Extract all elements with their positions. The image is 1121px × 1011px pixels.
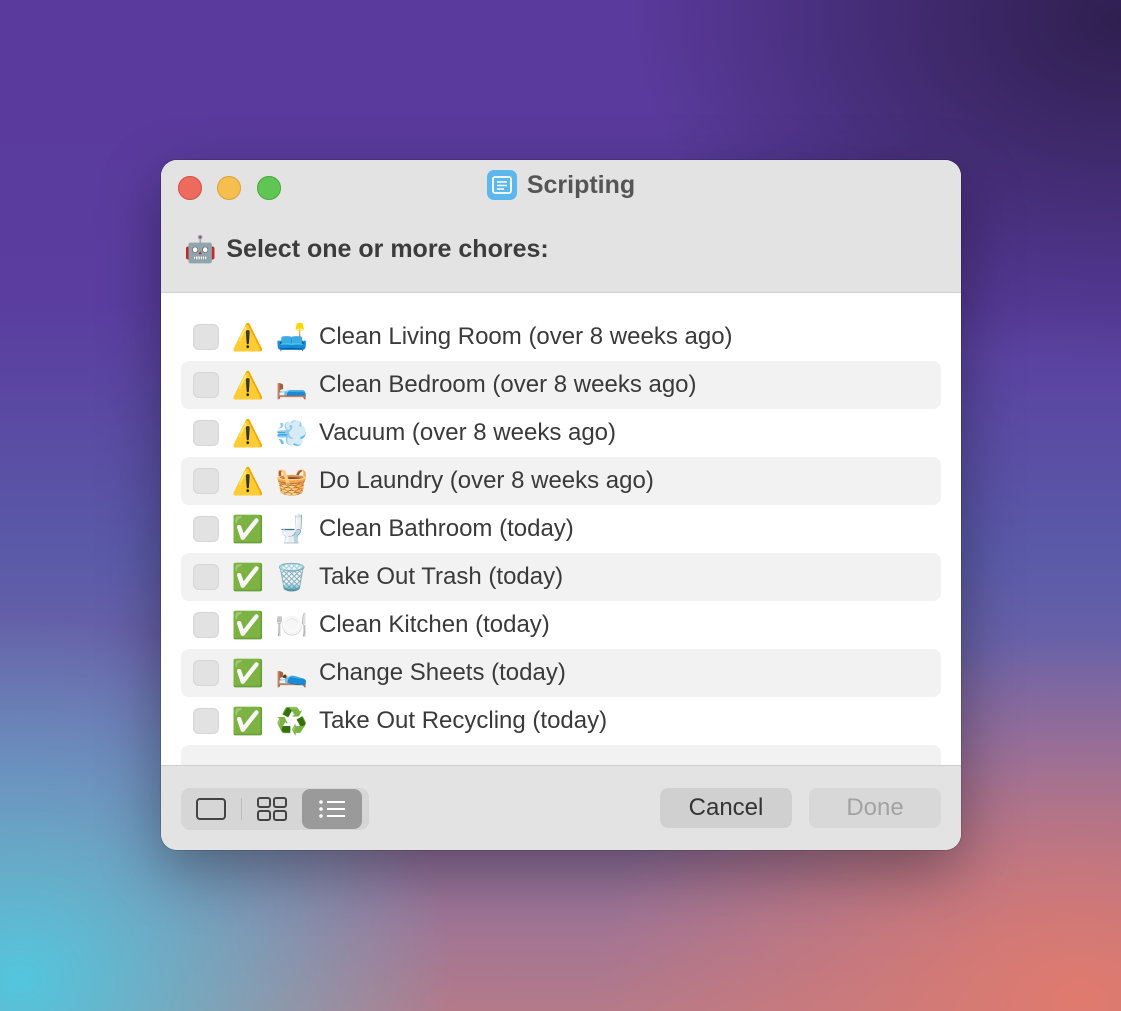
list-document-icon <box>486 170 517 200</box>
list-item[interactable]: ⚠️ 🧺 Do Laundry (over 8 weeks ago) <box>181 457 941 505</box>
robot-icon: 🤖 <box>184 234 217 264</box>
footer-bar: Cancel Done <box>161 765 961 850</box>
title-bar: Scripting 🤖 Select one or more chores: <box>161 160 961 293</box>
chore-checkbox[interactable] <box>193 324 219 350</box>
chore-checkbox[interactable] <box>193 372 219 398</box>
status-icon: ⚠️ <box>231 369 265 400</box>
chore-icon: 🚽 <box>275 513 309 544</box>
single-view-icon[interactable] <box>181 789 241 829</box>
chore-label: Vacuum (over 8 weeks ago) <box>319 419 617 446</box>
status-icon: ✅ <box>231 561 265 592</box>
chore-icon: ♻️ <box>275 705 309 736</box>
status-icon: ⚠️ <box>231 321 265 352</box>
status-icon: ⚠️ <box>231 417 265 448</box>
list-item[interactable]: ✅ ♻️ Take Out Recycling (today) <box>181 697 941 745</box>
list-item[interactable]: ⚠️ 💨 Vacuum (over 8 weeks ago) <box>181 409 941 457</box>
chore-label: Change Sheets (today) <box>319 659 566 686</box>
grid-view-icon[interactable] <box>242 789 302 829</box>
status-icon: ✅ <box>231 705 265 736</box>
status-icon: ⚠️ <box>231 465 265 496</box>
chore-icon: 🗑️ <box>275 561 309 592</box>
list-item[interactable]: ✅ 🛌 Change Sheets (today) <box>181 649 941 697</box>
list-item-partial[interactable] <box>181 745 941 765</box>
list-view-icon[interactable] <box>302 789 362 829</box>
chore-icon: 🛏️ <box>275 369 309 400</box>
chore-checkbox[interactable] <box>193 564 219 590</box>
chore-checkbox[interactable] <box>193 516 219 542</box>
cancel-button[interactable]: Cancel <box>660 788 792 828</box>
list-item[interactable]: ✅ 🚽 Clean Bathroom (today) <box>181 505 941 553</box>
chore-label: Do Laundry (over 8 weeks ago) <box>319 467 654 494</box>
status-icon: ✅ <box>231 513 265 544</box>
chore-checkbox[interactable] <box>193 468 219 494</box>
chore-icon: 🧺 <box>275 465 309 496</box>
chore-icon: 🛋️ <box>275 321 309 352</box>
chore-checkbox[interactable] <box>193 612 219 638</box>
status-icon: ✅ <box>231 657 265 688</box>
window-title: Scripting <box>161 170 961 200</box>
chore-checkbox[interactable] <box>193 708 219 734</box>
list-item[interactable]: ✅ 🗑️ Take Out Trash (today) <box>181 553 941 601</box>
done-button[interactable]: Done <box>809 788 941 828</box>
chore-icon: 💨 <box>275 417 309 448</box>
chore-label: Clean Kitchen (today) <box>319 611 550 638</box>
chore-checkbox[interactable] <box>193 660 219 686</box>
list-item[interactable]: ⚠️ 🛋️ Clean Living Room (over 8 weeks ago) <box>181 313 941 361</box>
list-item[interactable]: ✅ 🍽️ Clean Kitchen (today) <box>181 601 941 649</box>
chore-checkbox[interactable] <box>193 420 219 446</box>
chore-icon: 🛌 <box>275 657 309 688</box>
chore-icon: 🍽️ <box>275 609 309 640</box>
view-mode-segmented-control <box>181 788 369 830</box>
prompt-heading: 🤖 Select one or more chores: <box>184 234 549 265</box>
prompt-text: Select one or more chores: <box>226 235 549 263</box>
chore-label: Clean Bedroom (over 8 weeks ago) <box>319 371 697 398</box>
status-icon: ✅ <box>231 609 265 640</box>
chore-label: Clean Bathroom (today) <box>319 515 574 542</box>
chore-list[interactable]: ⚠️ 🛋️ Clean Living Room (over 8 weeks ago)… <box>161 293 961 765</box>
window-title-text: Scripting <box>526 170 636 199</box>
list-item[interactable]: ⚠️ 🛏️ Clean Bedroom (over 8 weeks ago) <box>181 361 941 409</box>
dialog-window: Scripting 🤖 Select one or more chores: ⚠… <box>161 160 961 850</box>
chore-label: Take Out Trash (today) <box>319 563 564 590</box>
chore-label: Clean Living Room (over 8 weeks ago) <box>319 323 733 350</box>
chore-label: Take Out Recycling (today) <box>319 707 608 734</box>
